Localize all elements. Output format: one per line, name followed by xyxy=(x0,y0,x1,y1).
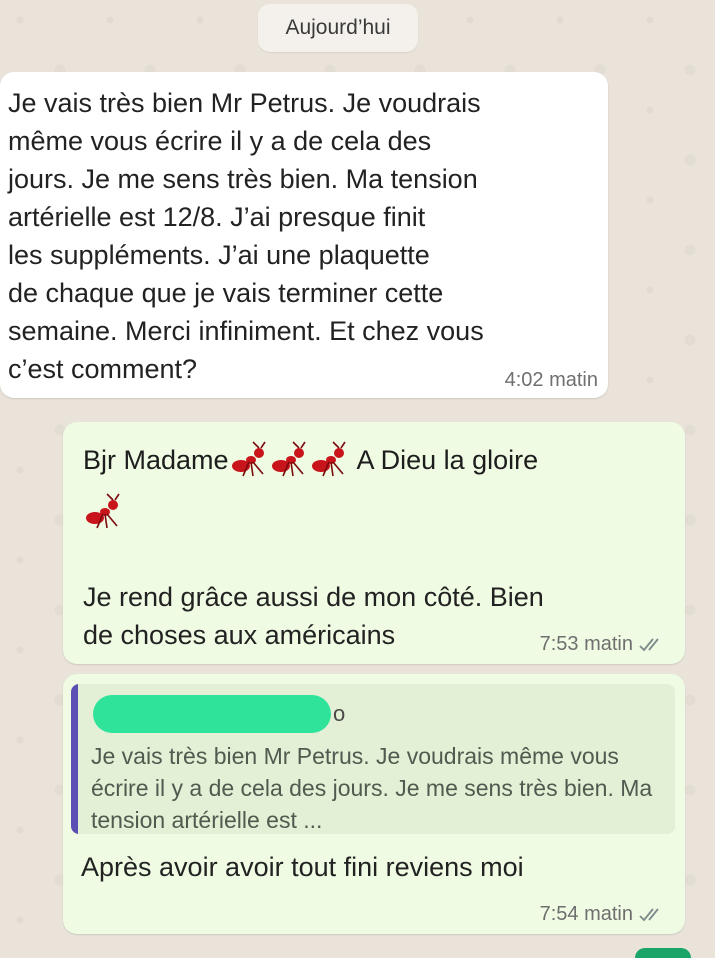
message-text: Je vais très bien Mr Petrus. Je voudrais… xyxy=(8,88,484,384)
ant-icon xyxy=(271,441,306,477)
message-time: 7:53 matin xyxy=(539,633,633,655)
message-meta: 7:54 matin xyxy=(540,903,665,926)
ant-icon xyxy=(86,493,120,529)
message-time: 4:02 matin xyxy=(504,369,598,391)
redacted-sender-name xyxy=(93,695,331,733)
ant-icon xyxy=(231,441,266,477)
date-separator: Aujourd’hui xyxy=(258,4,418,52)
outgoing-reply-message[interactable]: o Je vais très bien Mr Petrus. Je voudra… xyxy=(63,674,685,934)
message-meta: 7:53 matin xyxy=(540,633,665,656)
quote-accent-bar xyxy=(71,684,78,834)
greeting-text: Bjr Madame xyxy=(83,445,229,475)
message-first-line: Bjr Madame A Dieu la gloire xyxy=(83,440,538,480)
scroll-fab-partial[interactable] xyxy=(635,948,691,958)
outgoing-message[interactable]: Bjr Madame A Dieu la gloire Je rend grâc… xyxy=(63,422,685,664)
incoming-message[interactable]: Je vais très bien Mr Petrus. Je voudrais… xyxy=(0,72,608,398)
double-check-icon xyxy=(639,907,659,921)
message-time: 7:54 matin xyxy=(539,903,633,925)
quoted-text: Je vais très bien Mr Petrus. Je voudrais… xyxy=(91,743,653,833)
quote-sender: o xyxy=(93,694,345,734)
quote-sender-suffix: o xyxy=(333,701,346,726)
praise-text: A Dieu la gloire xyxy=(356,445,539,475)
message-text: Après avoir avoir tout fini reviens moi xyxy=(81,852,524,882)
double-check-icon xyxy=(639,637,659,651)
quoted-message[interactable]: o Je vais très bien Mr Petrus. Je voudra… xyxy=(71,684,675,834)
ant-icon xyxy=(311,441,346,477)
